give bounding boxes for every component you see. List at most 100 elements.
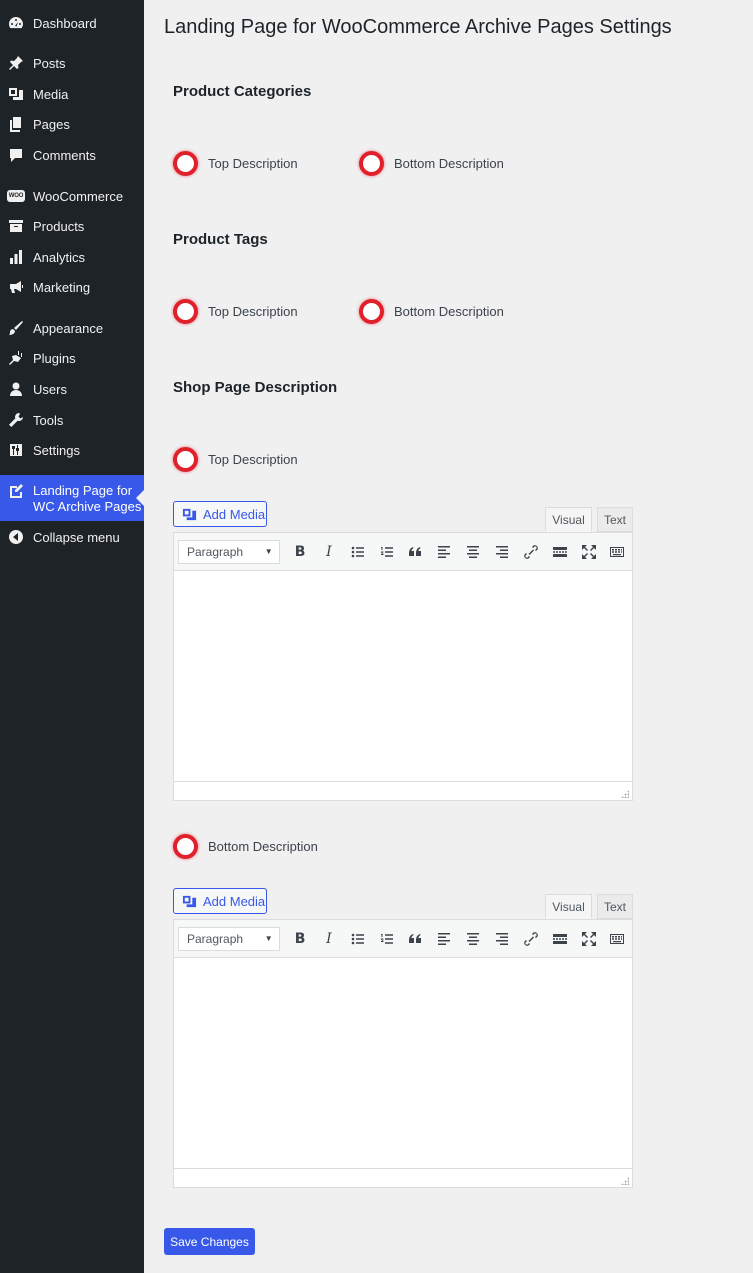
resize-handle[interactable] — [621, 790, 629, 798]
bottom-description-editor: Add Media Visual Text Paragraph ▼ B I — [173, 888, 633, 1188]
radio-circle[interactable] — [173, 150, 198, 176]
tab-text[interactable]: Text — [597, 894, 633, 919]
italic-button[interactable]: I — [314, 925, 343, 953]
radio-categories-bottom[interactable]: Bottom Description — [359, 150, 504, 176]
editor-box: Paragraph ▼ B I — [173, 532, 633, 801]
align-right-button[interactable] — [488, 925, 517, 953]
sidebar-item-label: Collapse menu — [33, 529, 120, 545]
sidebar-item-media[interactable]: Media — [0, 79, 144, 109]
sidebar-item-appearance[interactable]: Appearance — [0, 313, 144, 343]
collapse-menu-button[interactable]: Collapse menu — [0, 522, 144, 552]
sidebar-item-posts[interactable]: Posts — [0, 48, 144, 78]
editor-content-area[interactable] — [174, 571, 632, 781]
tab-visual[interactable]: Visual — [545, 507, 592, 532]
bullet-list-button[interactable] — [343, 925, 372, 953]
caret-down-icon: ▼ — [264, 934, 273, 943]
sidebar-item-comments[interactable]: Comments — [0, 140, 144, 170]
italic-icon: I — [326, 930, 332, 947]
read-more-button[interactable] — [545, 925, 574, 953]
save-changes-button[interactable]: Save Changes — [164, 1228, 255, 1255]
read-more-button[interactable] — [545, 538, 574, 566]
align-left-button[interactable] — [430, 538, 459, 566]
radio-circle[interactable] — [173, 833, 198, 859]
radio-circle[interactable] — [173, 298, 198, 324]
page-title: Landing Page for WooCommerce Archive Pag… — [164, 16, 672, 38]
paintbrush-icon — [8, 320, 24, 336]
bold-icon: B — [294, 930, 306, 947]
sidebar-item-analytics[interactable]: Analytics — [0, 242, 144, 272]
tab-visual[interactable]: Visual — [545, 894, 592, 919]
section-title-product-categories: Product Categories — [173, 83, 312, 100]
add-media-button[interactable]: Add Media — [173, 888, 267, 914]
align-left-icon — [438, 932, 451, 945]
editor-toolbar: Paragraph ▼ B I — [174, 533, 632, 571]
bullet-list-icon — [351, 933, 364, 944]
sidebar-item-label: Plugins — [33, 350, 76, 366]
bold-button[interactable]: B — [286, 925, 315, 953]
align-center-button[interactable] — [459, 538, 488, 566]
sidebar-item-label-line1: Landing Page for — [33, 483, 133, 498]
radio-circle[interactable] — [173, 446, 198, 472]
fullscreen-icon — [581, 931, 596, 946]
numbered-list-button[interactable] — [372, 925, 401, 953]
sidebar-item-label-line2: WC Archive Pages — [33, 499, 142, 514]
sidebar-item-label: Tools — [33, 412, 64, 428]
radio-tags-top[interactable]: Top Description — [173, 298, 298, 324]
radio-label: Bottom Description — [208, 838, 318, 854]
keyboard-icon — [610, 933, 625, 944]
plug-icon — [8, 350, 24, 366]
radio-circle[interactable] — [359, 298, 384, 324]
radio-shop-top[interactable]: Top Description — [173, 446, 298, 472]
sidebar-item-pages[interactable]: Pages — [0, 109, 144, 139]
radio-circle[interactable] — [359, 150, 384, 176]
insert-link-button[interactable] — [516, 538, 545, 566]
format-select[interactable]: Paragraph ▼ — [178, 539, 280, 564]
bullet-list-button[interactable] — [343, 538, 372, 566]
sliders-icon — [8, 442, 24, 458]
add-media-label: Add Media — [203, 893, 266, 909]
sidebar-item-label: Users — [33, 381, 67, 397]
editor-content-area[interactable] — [174, 958, 632, 1168]
radio-tags-bottom[interactable]: Bottom Description — [359, 298, 504, 324]
admin-sidebar: Dashboard Posts Media Pages Comments WOO… — [0, 0, 144, 1273]
sidebar-item-users[interactable]: Users — [0, 374, 144, 404]
numbered-list-button[interactable] — [372, 538, 401, 566]
dashboard-icon — [8, 15, 24, 31]
tab-text[interactable]: Text — [597, 507, 633, 532]
sidebar-item-woocommerce[interactable]: WOO WooCommerce — [0, 181, 144, 211]
resize-handle[interactable] — [621, 1177, 629, 1185]
sidebar-item-plugins[interactable]: Plugins — [0, 343, 144, 373]
bar-chart-icon — [8, 249, 24, 265]
align-center-button[interactable] — [459, 925, 488, 953]
bold-button[interactable]: B — [286, 538, 315, 566]
sidebar-item-settings[interactable]: Settings — [0, 435, 144, 465]
radio-shop-bottom[interactable]: Bottom Description — [173, 833, 318, 859]
fullscreen-button[interactable] — [574, 538, 603, 566]
blockquote-button[interactable] — [401, 538, 430, 566]
add-media-button[interactable]: Add Media — [173, 501, 267, 527]
sidebar-item-landing-page-wc-archive[interactable]: Landing Page for WC Archive Pages — [0, 475, 144, 521]
toolbar-toggle-button[interactable] — [603, 538, 632, 566]
fullscreen-button[interactable] — [574, 925, 603, 953]
read-more-icon — [552, 546, 567, 557]
toolbar-toggle-button[interactable] — [603, 925, 632, 953]
sidebar-item-tools[interactable]: Tools — [0, 405, 144, 435]
format-select[interactable]: Paragraph ▼ — [178, 926, 280, 951]
insert-link-button[interactable] — [516, 925, 545, 953]
sidebar-item-dashboard[interactable]: Dashboard — [0, 8, 144, 38]
blockquote-button[interactable] — [401, 925, 430, 953]
sidebar-item-products[interactable]: Products — [0, 211, 144, 241]
italic-button[interactable]: I — [314, 538, 343, 566]
pages-icon — [8, 116, 24, 132]
align-right-button[interactable] — [488, 538, 517, 566]
user-icon — [8, 381, 24, 397]
radio-categories-top[interactable]: Top Description — [173, 150, 298, 176]
radio-label: Top Description — [208, 451, 298, 467]
sidebar-item-marketing[interactable]: Marketing — [0, 272, 144, 302]
woo-icon: WOO — [6, 188, 26, 204]
section-title-product-tags: Product Tags — [173, 231, 268, 248]
wrench-icon — [8, 412, 24, 428]
numbered-list-icon — [380, 546, 393, 557]
align-left-button[interactable] — [430, 925, 459, 953]
editor-box: Paragraph ▼ B I — [173, 919, 633, 1188]
